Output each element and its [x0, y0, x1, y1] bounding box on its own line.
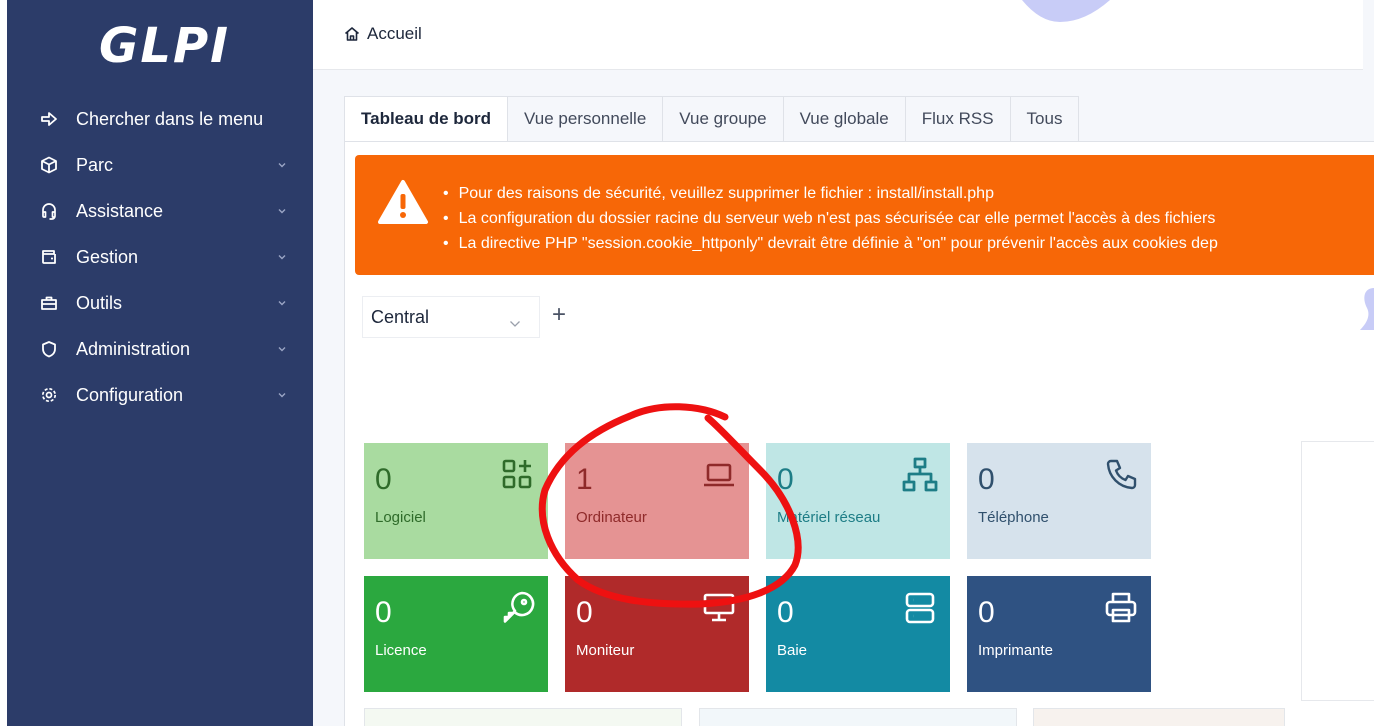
sidebar-item-parc[interactable]: Parc — [7, 142, 313, 188]
chevron-down-icon — [277, 390, 287, 400]
wallet-icon — [40, 248, 58, 266]
sidebar-item-gestion[interactable]: Gestion — [7, 234, 313, 280]
gear-icon — [40, 386, 58, 404]
glpi-logo[interactable]: GLPI — [99, 18, 230, 74]
sidebar-item-label: Gestion — [76, 246, 139, 267]
decorative-shape — [1360, 288, 1374, 330]
breadcrumb[interactable]: Accueil — [343, 24, 422, 44]
box-icon — [40, 156, 58, 174]
printer-icon — [1103, 590, 1139, 626]
tab-vue-globale[interactable]: Vue globale — [783, 96, 906, 142]
chevron-down-icon — [277, 298, 287, 308]
card-label: Matériel réseau — [777, 509, 881, 526]
breadcrumb-home-label: Accueil — [367, 24, 422, 43]
card-value: 0 — [777, 596, 794, 629]
card-label: Logiciel — [375, 509, 426, 526]
card-ordinateur[interactable]: 1 Ordinateur — [565, 443, 749, 559]
alert-message: La directive PHP "session.cookie_httponl… — [443, 231, 1218, 256]
top-bar: Accueil — [313, 0, 1363, 70]
key-icon — [500, 590, 536, 626]
card-label: Imprimante — [978, 642, 1054, 659]
card-label: Téléphone — [978, 509, 1049, 526]
network-icon — [902, 457, 938, 493]
chevron-down-icon — [277, 344, 287, 354]
card-imprimante[interactable]: 0 Imprimante — [967, 576, 1151, 692]
sidebar-item-administration[interactable]: Administration — [7, 326, 313, 372]
alert-message: La configuration du dossier racine du se… — [443, 206, 1218, 231]
chevron-down-icon — [277, 206, 287, 216]
left-window-edge — [0, 0, 7, 726]
bottom-widget — [364, 708, 682, 726]
dashboard-select[interactable]: Central — [362, 296, 540, 338]
chevron-down-icon — [277, 160, 287, 170]
card-label: Moniteur — [576, 642, 635, 659]
tab-bar: Tableau de bord Vue personnelle Vue grou… — [344, 96, 1080, 142]
chevron-down-icon — [509, 313, 521, 327]
shield-icon — [40, 340, 58, 358]
laptop-icon — [701, 457, 737, 493]
chevron-down-icon — [277, 252, 287, 262]
sidebar-item-label: Parc — [76, 154, 114, 175]
card-label: Ordinateur — [576, 509, 647, 526]
main-area: Accueil Tableau de bord Vue personnelle … — [313, 0, 1374, 726]
sidebar-menu: Chercher dans le menu Parc Assistance Ge… — [7, 96, 313, 418]
alert-message-list: Pour des raisons de sécurité, veuillez s… — [443, 181, 1218, 256]
warning-triangle-icon — [377, 179, 429, 225]
tab-vue-personnelle[interactable]: Vue personnelle — [508, 96, 664, 142]
add-dashboard-button[interactable]: + — [547, 302, 571, 330]
decorative-shape — [1022, 0, 1110, 22]
card-label: Baie — [777, 642, 808, 659]
briefcase-icon — [40, 294, 58, 312]
card-logiciel[interactable]: 0 Logiciel — [364, 443, 548, 559]
headset-icon — [40, 202, 58, 220]
card-value: 0 — [978, 463, 995, 496]
tab-tableau-de-bord[interactable]: Tableau de bord — [344, 96, 509, 142]
side-widget-panel — [1301, 441, 1374, 701]
card-label: Licence — [375, 642, 427, 659]
arrow-right-to-bracket-icon — [40, 110, 58, 128]
sidebar-item-search-menu[interactable]: Chercher dans le menu — [7, 96, 313, 142]
sidebar-item-label: Outils — [76, 292, 123, 313]
sidebar-item-outils[interactable]: Outils — [7, 280, 313, 326]
home-icon — [343, 25, 361, 43]
bottom-widget — [699, 708, 1017, 726]
tab-tous[interactable]: Tous — [1010, 96, 1080, 142]
sidebar-item-configuration[interactable]: Configuration — [7, 372, 313, 418]
server-icon — [902, 590, 938, 626]
card-materiel-reseau[interactable]: 0 Matériel réseau — [766, 443, 950, 559]
card-value: 0 — [978, 596, 995, 629]
card-value: 0 — [777, 463, 794, 496]
card-baie[interactable]: 0 Baie — [766, 576, 950, 692]
sidebar-item-label: Assistance — [76, 200, 164, 221]
sidebar-item-label: Chercher dans le menu — [76, 108, 264, 129]
alert-message: Pour des raisons de sécurité, veuillez s… — [443, 181, 1218, 206]
card-value: 0 — [576, 596, 593, 629]
bottom-widget — [1033, 708, 1285, 726]
security-warning-alert: Pour des raisons de sécurité, veuillez s… — [355, 155, 1374, 275]
phone-icon — [1103, 457, 1139, 493]
card-value: 0 — [375, 463, 392, 496]
card-licence[interactable]: 0 Licence — [364, 576, 548, 692]
apps-add-icon — [500, 457, 536, 493]
sidebar-item-label: Configuration — [76, 384, 184, 405]
card-telephone[interactable]: 0 Téléphone — [967, 443, 1151, 559]
card-moniteur[interactable]: 0 Moniteur — [565, 576, 749, 692]
card-value: 0 — [375, 596, 392, 629]
monitor-icon — [701, 590, 737, 626]
tab-flux-rss[interactable]: Flux RSS — [905, 96, 1011, 142]
card-value: 1 — [576, 463, 593, 496]
sidebar-item-assistance[interactable]: Assistance — [7, 188, 313, 234]
sidebar: GLPI Chercher dans le menu Parc Assistan… — [7, 0, 313, 726]
dashboard-select-value: Central — [371, 306, 430, 327]
sidebar-item-label: Administration — [76, 338, 191, 359]
tab-vue-groupe[interactable]: Vue groupe — [663, 96, 784, 142]
